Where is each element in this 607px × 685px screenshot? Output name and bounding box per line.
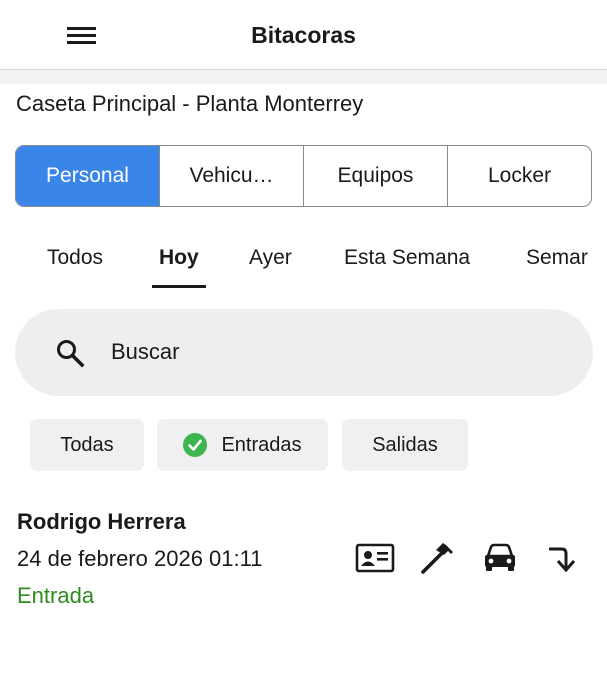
- tab-hoy[interactable]: Hoy: [159, 246, 199, 270]
- filter-salidas-label: Salidas: [372, 433, 438, 456]
- turn-down-arrow-icon[interactable]: [543, 540, 583, 576]
- segment-personal[interactable]: Personal: [16, 146, 160, 206]
- page-title: Bitacoras: [251, 22, 356, 48]
- filter-todas-button[interactable]: Todas: [30, 419, 144, 471]
- record-name: Rodrigo Herrera: [17, 509, 186, 534]
- active-tab-indicator: [152, 285, 206, 288]
- filter-entradas-label: Entradas: [221, 433, 302, 456]
- search-icon: [55, 338, 85, 368]
- filter-todas-label: Todas: [60, 433, 114, 456]
- tab-ayer[interactable]: Ayer: [249, 246, 292, 270]
- record-datetime: 24 de febrero 2026 01:11: [17, 546, 263, 571]
- search-bar[interactable]: [15, 309, 593, 396]
- filter-salidas-button[interactable]: Salidas: [342, 419, 468, 471]
- tab-esta-semana[interactable]: Esta Semana: [344, 246, 470, 270]
- search-input[interactable]: [111, 331, 551, 373]
- segment-vehiculos[interactable]: Vehicu…: [160, 146, 304, 206]
- hammer-icon[interactable]: [418, 540, 458, 576]
- location-label: Caseta Principal - Planta Monterrey: [16, 91, 364, 116]
- filter-entradas-button[interactable]: Entradas: [157, 419, 328, 471]
- tab-semana[interactable]: Semar: [526, 246, 588, 270]
- segment-equipos[interactable]: Equipos: [304, 146, 448, 206]
- app-header: Bitacoras: [0, 0, 607, 70]
- header-divider: [0, 70, 607, 84]
- check-circle-icon: [183, 433, 208, 457]
- segment-locker[interactable]: Locker: [448, 146, 591, 206]
- record-type-label: Entrada: [17, 583, 95, 608]
- id-card-icon[interactable]: [355, 540, 395, 576]
- car-icon[interactable]: [480, 540, 520, 576]
- category-segmented-control: Personal Vehicu… Equipos Locker: [15, 145, 592, 207]
- tab-todos[interactable]: Todos: [47, 246, 103, 270]
- period-tabs: Todos Hoy Ayer Esta Semana Semar: [0, 232, 607, 292]
